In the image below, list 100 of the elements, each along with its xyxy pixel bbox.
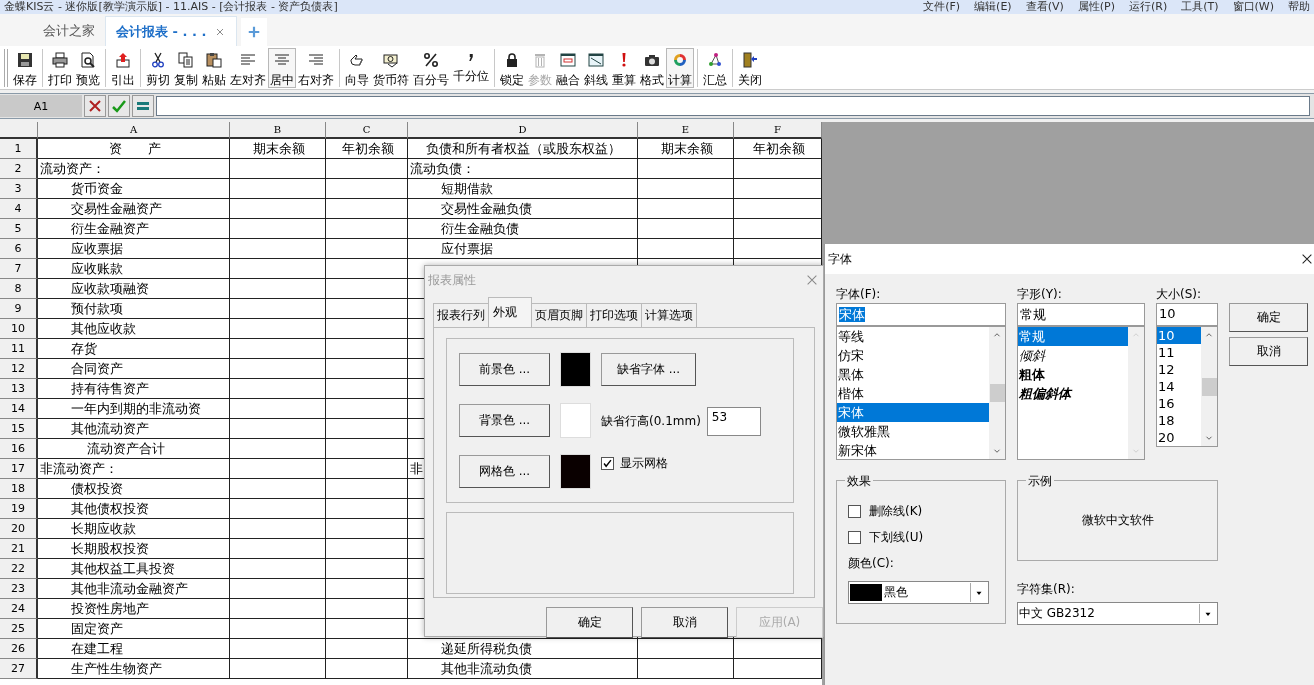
color-button[interactable]: 背景色 ... (459, 404, 550, 437)
row-header[interactable]: 22 (0, 559, 38, 579)
toolbar-button[interactable]: 剪切 (144, 47, 172, 88)
toolbar-button[interactable]: 右对齐 (296, 47, 336, 88)
default-font-button[interactable]: 缺省字体 ... (601, 353, 696, 386)
tab[interactable]: 报表行列 (433, 303, 489, 327)
row-header[interactable]: 18 (0, 479, 38, 499)
row-header[interactable]: 12 (0, 359, 38, 379)
select-all-button[interactable] (0, 122, 38, 139)
tab[interactable]: 会计报表 - . . . (105, 16, 238, 46)
list-option[interactable]: 12 (1157, 361, 1201, 378)
list-option[interactable]: 14 (1157, 378, 1201, 395)
toolbar-button[interactable]: 居中 (268, 47, 296, 88)
column-header[interactable]: C (326, 122, 408, 139)
list-option[interactable]: 粗体 (1018, 365, 1128, 384)
column-header[interactable]: A (38, 122, 230, 139)
toolbar-button[interactable]: 锁定 (498, 47, 526, 88)
toolbar-button[interactable]: 斜线 (582, 47, 610, 88)
row-header[interactable]: 16 (0, 439, 38, 459)
row-header[interactable]: 23 (0, 579, 38, 599)
row-header[interactable]: 25 (0, 619, 38, 639)
charset-dropdown[interactable]: 中文 GB2312 (1017, 602, 1218, 625)
list-option[interactable]: 仿宋 (837, 346, 989, 365)
row-header[interactable]: 13 (0, 379, 38, 399)
list-option[interactable]: 粗偏斜体 (1018, 384, 1128, 403)
row-header[interactable]: 8 (0, 279, 38, 299)
menu-item[interactable]: 属性(P) (1077, 0, 1115, 14)
column-header[interactable]: F (734, 122, 822, 139)
toolbar-button[interactable]: 千分位 (451, 47, 491, 88)
row-header[interactable]: 4 (0, 199, 38, 219)
formula-input[interactable] (156, 96, 1310, 116)
row-header[interactable]: 26 (0, 639, 38, 659)
column-header[interactable]: D (408, 122, 638, 139)
list-option[interactable]: 常规 (1018, 327, 1128, 346)
toolbar-button[interactable]: 融合 (554, 47, 582, 88)
cancel-button[interactable] (84, 95, 106, 117)
row-header[interactable]: 5 (0, 219, 38, 239)
row-header[interactable]: 2 (0, 159, 38, 179)
column-header[interactable]: B (230, 122, 326, 139)
confirm-button[interactable] (108, 95, 130, 117)
menu-item[interactable]: 编辑(E) (974, 0, 1012, 14)
row-header[interactable]: 19 (0, 499, 38, 519)
list-option[interactable]: 16 (1157, 395, 1201, 412)
toolbar-button[interactable]: 重算 (610, 47, 638, 88)
row-header[interactable]: 17 (0, 459, 38, 479)
style-list[interactable]: 常规 倾斜 粗体 粗偏斜体 (1017, 326, 1145, 460)
color-button[interactable]: 前景色 ... (459, 353, 550, 386)
scroll-thumb[interactable] (1201, 377, 1217, 396)
dialog-button[interactable]: 确定 (546, 607, 633, 638)
toolbar-button[interactable]: 计算 (666, 47, 694, 88)
list-option[interactable]: 新宋体 (837, 441, 989, 459)
menu-item[interactable]: 帮助 (1288, 0, 1310, 14)
input-field[interactable]: 10 (1156, 303, 1218, 326)
toolbar-button[interactable]: 预览 (74, 47, 102, 88)
row-header[interactable]: 24 (0, 599, 38, 619)
row-header[interactable]: 21 (0, 539, 38, 559)
tab[interactable]: 计算选项 (641, 303, 697, 327)
scroll-thumb[interactable] (989, 384, 1005, 402)
toolbar-button[interactable]: 百分号 (411, 47, 451, 88)
list-option[interactable]: 黑体 (837, 365, 989, 384)
font-list[interactable]: 等线 仿宋 黑体 楷体 宋体 微软雅黑 新宋体 (836, 326, 1006, 460)
formula-button[interactable] (132, 95, 154, 117)
row-header[interactable]: 6 (0, 239, 38, 259)
list-option[interactable]: 宋体 (837, 403, 989, 422)
input-field[interactable]: 常规 (1017, 303, 1145, 326)
column-header[interactable]: E (638, 122, 734, 139)
list-option[interactable]: 20 (1157, 429, 1201, 446)
toolbar-button[interactable]: 打印 (46, 47, 74, 88)
list-option[interactable]: 楷体 (837, 384, 989, 403)
toolbar-button[interactable]: 关闭 (736, 47, 764, 88)
checkbox[interactable] (848, 531, 861, 544)
tab[interactable]: 会计之家 (33, 16, 105, 46)
row-header[interactable]: 11 (0, 339, 38, 359)
menu-item[interactable]: 运行(R) (1129, 0, 1168, 14)
toolbar-button[interactable]: 向导 (343, 47, 371, 88)
toolbar-button[interactable]: 保存 (11, 47, 39, 88)
dialog-button[interactable]: 确定 (1229, 303, 1308, 332)
list-option[interactable]: 微软雅黑 (837, 422, 989, 441)
menu-item[interactable]: 查看(V) (1025, 0, 1064, 14)
checkbox[interactable] (848, 505, 861, 518)
scrollbar[interactable] (989, 327, 1005, 459)
dialog-button[interactable]: 取消 (1229, 337, 1308, 366)
cell-reference-field[interactable]: A1 (0, 95, 82, 117)
menu-item[interactable]: 工具(T) (1181, 0, 1219, 14)
list-option[interactable]: 等线 (837, 327, 989, 346)
scrollbar[interactable] (1201, 327, 1217, 446)
row-header[interactable]: 27 (0, 659, 38, 679)
checkbox[interactable] (601, 457, 614, 470)
color-button[interactable]: 网格色 ... (459, 455, 550, 488)
row-header[interactable]: 3 (0, 179, 38, 199)
row-header[interactable]: 9 (0, 299, 38, 319)
list-option[interactable]: 倾斜 (1018, 346, 1128, 365)
toolbar-button[interactable]: 粘贴 (200, 47, 228, 88)
menu-item[interactable]: 文件(F) (923, 0, 961, 14)
row-header[interactable]: 14 (0, 399, 38, 419)
menu-item[interactable]: 窗口(W) (1232, 0, 1274, 14)
row-header[interactable]: 7 (0, 259, 38, 279)
color-dropdown[interactable]: 黑色 (848, 581, 989, 604)
input-field[interactable]: 宋体 (836, 303, 1006, 326)
toolbar-button[interactable]: 汇总 (701, 47, 729, 88)
